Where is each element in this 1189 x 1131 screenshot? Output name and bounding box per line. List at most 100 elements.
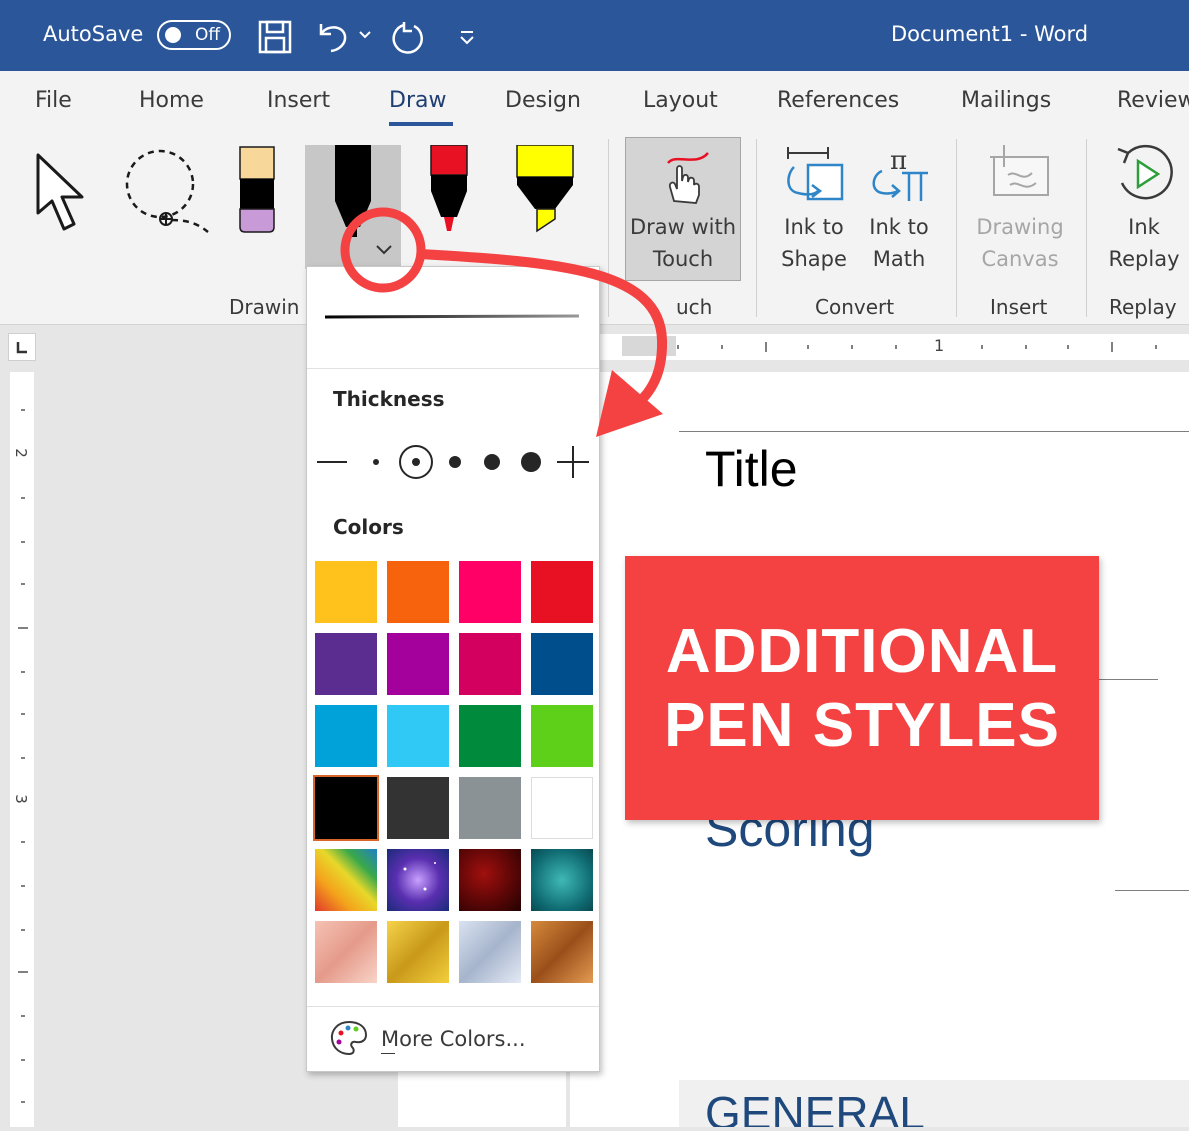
tab-review[interactable]: Review	[1117, 88, 1189, 113]
tab-insert[interactable]: Insert	[267, 88, 330, 113]
texture-gold[interactable]	[387, 921, 449, 983]
autosave-state: Off	[195, 25, 221, 45]
draw-with-touch-label-1: Draw with	[629, 215, 737, 239]
color-swatch[interactable]	[459, 633, 521, 695]
texture-swatch-grid	[315, 849, 593, 983]
tab-selector[interactable]	[8, 333, 36, 361]
texture-silver[interactable]	[459, 921, 521, 983]
access-key-underline	[381, 1053, 395, 1054]
texture-rainbow[interactable]	[315, 849, 377, 911]
autosave-toggle[interactable]: Off	[157, 20, 231, 50]
drawing-canvas-label-2: Canvas	[981, 247, 1059, 271]
color-swatch[interactable]	[459, 705, 521, 767]
customize-toolbar-icon[interactable]	[458, 28, 476, 46]
black-pen-icon[interactable]	[330, 145, 376, 237]
ink-replay-icon[interactable]	[1112, 143, 1176, 205]
touch-hand-icon	[667, 152, 709, 204]
group-label-drawing: Drawin	[229, 295, 300, 319]
ink-to-shape-label-1: Ink to	[784, 215, 844, 239]
title-rule	[679, 431, 1189, 432]
thickness-option-2[interactable]	[412, 458, 420, 466]
colors-heading: Colors	[333, 515, 404, 539]
group-label-replay: Replay	[1109, 295, 1177, 319]
color-swatch[interactable]	[387, 633, 449, 695]
ribbon-separator	[608, 139, 609, 317]
select-tool-icon[interactable]	[34, 151, 96, 233]
drawing-canvas-icon	[990, 145, 1049, 196]
color-swatch[interactable]	[315, 633, 377, 695]
color-swatch[interactable]	[531, 777, 593, 839]
color-swatch[interactable]	[459, 777, 521, 839]
color-swatch[interactable]	[531, 633, 593, 695]
vertical-ruler[interactable]: 2 3	[10, 372, 34, 1127]
lasso-select-icon[interactable]	[120, 148, 212, 234]
vruler-mark-3: 3	[11, 794, 30, 804]
section-rule-2	[1115, 890, 1189, 891]
pen-stroke-preview	[324, 314, 580, 319]
hruler-mark-1: 1	[934, 336, 945, 355]
group-label-convert: Convert	[815, 295, 895, 319]
title-bar: AutoSave Off Document1 - Word	[0, 0, 1189, 71]
heading-general[interactable]: GENERAL	[705, 1086, 925, 1127]
color-swatch[interactable]	[459, 561, 521, 623]
color-swatch[interactable]	[315, 705, 377, 767]
color-swatch[interactable]	[315, 561, 377, 623]
active-tab-indicator	[389, 122, 453, 126]
texture-ocean[interactable]	[531, 849, 593, 911]
ink-to-math-icon[interactable]: π	[868, 145, 932, 207]
dropdown-divider	[307, 1006, 599, 1007]
undo-icon[interactable]	[315, 20, 351, 54]
tab-design[interactable]: Design	[505, 88, 581, 113]
vertical-ruler-ticks	[18, 409, 28, 1103]
texture-rose-gold[interactable]	[315, 921, 377, 983]
color-swatch[interactable]	[387, 561, 449, 623]
undo-dropdown-icon[interactable]	[358, 30, 372, 40]
document-title-text[interactable]: Title	[705, 440, 798, 498]
color-swatch[interactable]	[531, 561, 593, 623]
yellow-highlighter-icon[interactable]	[515, 145, 575, 233]
callout-line-1: ADDITIONAL	[665, 617, 1059, 686]
thickness-option-4[interactable]	[484, 454, 500, 470]
tab-mailings[interactable]: Mailings	[961, 88, 1051, 113]
color-swatch[interactable]	[387, 705, 449, 767]
tab-references[interactable]: References	[777, 88, 899, 113]
thickness-option-3[interactable]	[449, 456, 461, 468]
more-colors-link[interactable]: More Colors...	[381, 1027, 526, 1051]
svg-text:π: π	[890, 146, 907, 176]
chevron-down-icon[interactable]	[374, 243, 394, 257]
tab-layout[interactable]: Layout	[643, 88, 718, 113]
redo-icon[interactable]	[392, 20, 428, 56]
horizontal-ruler[interactable]: 1	[598, 334, 1189, 360]
tab-home[interactable]: Home	[139, 88, 204, 113]
heading-general-band: GENERAL	[679, 1080, 1189, 1127]
toggle-knob	[165, 27, 181, 43]
thickness-option-1[interactable]	[373, 459, 379, 465]
ribbon-tabs: File Home Insert Draw Design Layout Refe…	[0, 71, 1189, 133]
save-icon[interactable]	[258, 20, 292, 54]
tab-file[interactable]: File	[35, 88, 72, 113]
ink-to-math-label-2: Math	[872, 247, 926, 271]
section-rule	[1096, 679, 1158, 680]
color-swatch[interactable]	[387, 777, 449, 839]
tab-draw[interactable]: Draw	[389, 88, 446, 113]
pen-options-dropdown: Thickness Colors More Colors...	[306, 266, 600, 1072]
horizontal-ruler-ticks	[622, 336, 1157, 356]
color-swatch[interactable]	[531, 705, 593, 767]
texture-lava[interactable]	[459, 849, 521, 911]
eraser-icon[interactable]	[238, 145, 278, 235]
autosave-label: AutoSave	[43, 22, 144, 46]
texture-galaxy[interactable]	[387, 849, 449, 911]
color-swatch[interactable]	[313, 775, 379, 841]
ink-replay-label-1: Ink	[1128, 215, 1160, 239]
drawing-canvas-label-1: Drawing	[976, 215, 1064, 239]
tab-stop-icon	[16, 342, 27, 354]
callout-box: ADDITIONAL PEN STYLES	[625, 556, 1099, 820]
vruler-mark-2: 2	[11, 448, 30, 458]
texture-bronze[interactable]	[531, 921, 593, 983]
callout-line-2: PEN STYLES	[664, 691, 1060, 760]
ink-to-shape-icon[interactable]	[784, 145, 846, 207]
thickness-option-5[interactable]	[521, 452, 541, 472]
ink-to-math-label-1: Ink to	[869, 215, 929, 239]
red-pen-icon[interactable]	[428, 145, 470, 235]
ink-replay-label-2: Replay	[1108, 247, 1180, 271]
